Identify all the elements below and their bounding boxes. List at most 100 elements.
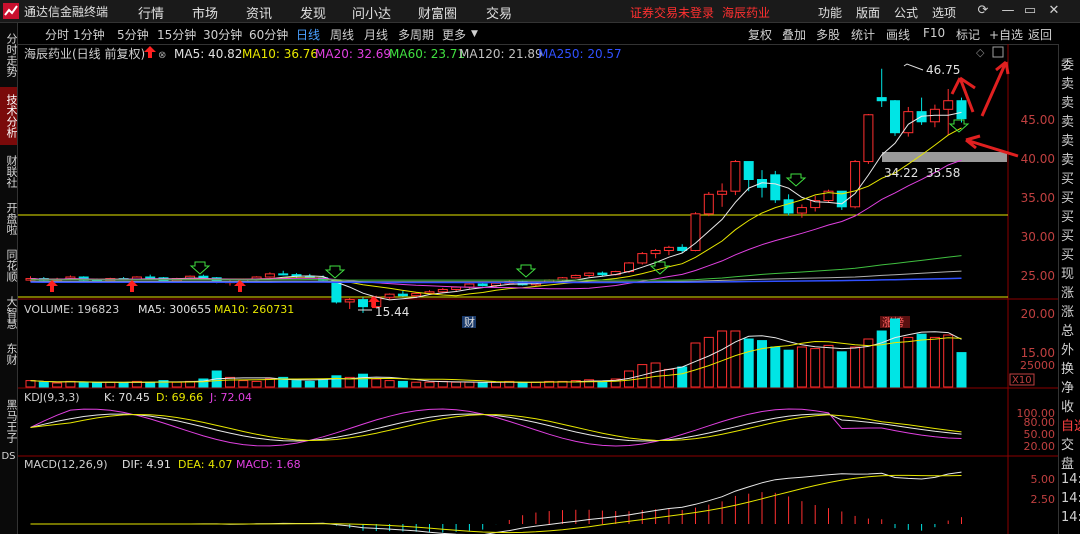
volume-bar bbox=[850, 346, 861, 388]
quote-panel-label: 买 bbox=[1061, 229, 1075, 244]
candlestick-series bbox=[25, 68, 967, 313]
drawn-support-band[interactable] bbox=[882, 152, 1007, 162]
menu-wenxiaoda[interactable]: 问小达 bbox=[352, 3, 391, 22]
quote-panel-label: 涨 bbox=[1061, 305, 1075, 320]
volume-bar bbox=[78, 381, 89, 388]
candle-body bbox=[264, 273, 275, 278]
candle-body bbox=[477, 283, 488, 287]
tool-f10[interactable]: F10 bbox=[923, 26, 945, 40]
menu-hangqing[interactable]: 行情 bbox=[138, 3, 164, 22]
period-fenshi[interactable]: 分时 bbox=[45, 26, 69, 43]
candle-body bbox=[850, 161, 861, 208]
diamond-icon[interactable]: ◇ bbox=[976, 46, 985, 59]
tab-dazhihui[interactable]: 大智慧 bbox=[0, 290, 18, 334]
tab-tonghuashun[interactable]: 同花顺 bbox=[0, 243, 18, 287]
tool-huaxian[interactable]: 画线 bbox=[886, 26, 910, 43]
panel-toggle-icon[interactable] bbox=[992, 46, 1004, 58]
kdj-k-line bbox=[30, 413, 962, 442]
tool-add-favorite[interactable]: +自选 bbox=[989, 26, 1023, 43]
quote-panel-label: 卖 bbox=[1061, 96, 1075, 111]
tab-fenshi[interactable]: 分时走势 bbox=[0, 27, 18, 83]
period-more[interactable]: 更多 bbox=[442, 26, 466, 43]
tool-biaoji[interactable]: 标记 bbox=[956, 26, 980, 43]
price-tick-45: 45.00 bbox=[1021, 113, 1055, 127]
tool-duogu[interactable]: 多股 bbox=[816, 26, 840, 43]
period-daily[interactable]: 日线 bbox=[296, 26, 320, 43]
kdj-d: D: 69.66 bbox=[156, 391, 203, 404]
candle-body bbox=[796, 207, 807, 214]
kdj-tick-20: 20.00 bbox=[1024, 440, 1056, 453]
kline-chart[interactable]: 海辰药业(日线 前复权) ⊗ MA5: 40.82 MA10: 36.76 MA… bbox=[18, 44, 1058, 534]
volume-ma10-line bbox=[30, 337, 962, 383]
tab-dongcai[interactable]: 东财 bbox=[0, 339, 18, 369]
period-multi[interactable]: 多周期 bbox=[398, 26, 434, 43]
price-axis: 45.00 40.00 35.00 30.00 25.00 20.00 15.0… bbox=[1021, 113, 1055, 360]
login-status[interactable]: 证券交易未登录 bbox=[630, 4, 714, 21]
quote-panel-label: 买 bbox=[1061, 191, 1075, 206]
tab-jishu-fenxi[interactable]: 技术分析 bbox=[0, 87, 18, 145]
quote-panel-label: 买 bbox=[1061, 210, 1075, 225]
candle-body bbox=[703, 193, 714, 215]
tab-cailianshe[interactable]: 财联社 bbox=[0, 149, 18, 193]
collapse-icon[interactable]: ⊗ bbox=[158, 50, 166, 61]
sell-arrow-icon bbox=[785, 173, 807, 187]
maximize-icon[interactable]: ▭ bbox=[1022, 3, 1038, 19]
menu-jiaoyi[interactable]: 交易 bbox=[486, 3, 512, 22]
period-15min[interactable]: 15分钟 bbox=[157, 26, 196, 43]
refresh-icon[interactable]: ⟳ bbox=[975, 3, 991, 19]
menu-faxian[interactable]: 发现 bbox=[300, 3, 326, 22]
quote-panel-label: 委 bbox=[1061, 58, 1075, 73]
menu-shichang[interactable]: 市场 bbox=[192, 3, 218, 22]
minimize-icon[interactable]: — bbox=[1000, 3, 1016, 19]
close-icon[interactable]: ✕ bbox=[1046, 3, 1062, 19]
period-30min[interactable]: 30分钟 bbox=[203, 26, 242, 43]
macd-dif: DIF: 4.91 bbox=[122, 458, 171, 471]
volume-bar bbox=[530, 381, 541, 388]
tool-fanhui[interactable]: 返回 bbox=[1028, 26, 1052, 43]
more-dropdown-icon[interactable]: ▼ bbox=[471, 29, 478, 39]
volume-bar bbox=[118, 382, 129, 388]
tool-fuquan[interactable]: 复权 bbox=[748, 26, 772, 43]
app-title: 通达信金融终端 bbox=[24, 5, 109, 19]
volume-bar bbox=[677, 366, 688, 388]
candle-body bbox=[783, 199, 794, 214]
quote-panel-label: 涨 bbox=[1061, 286, 1075, 301]
volume-bar bbox=[836, 351, 847, 388]
ma5-line bbox=[30, 111, 962, 301]
volume-bar bbox=[371, 378, 382, 388]
sell-arrow-icon bbox=[324, 265, 346, 279]
candle-body bbox=[663, 246, 674, 251]
menu-caifuquan[interactable]: 财富圈 bbox=[418, 3, 457, 22]
period-1min[interactable]: 1分钟 bbox=[73, 26, 105, 43]
tool-diejia[interactable]: 叠加 bbox=[782, 26, 806, 43]
price-tick-15: 15.00 bbox=[1021, 346, 1055, 360]
quote-panel-label: 14: bbox=[1061, 472, 1080, 487]
quote-panel-label: 买 bbox=[1061, 172, 1075, 187]
period-60min[interactable]: 60分钟 bbox=[249, 26, 288, 43]
tab-ds[interactable]: DS bbox=[0, 451, 17, 473]
period-monthly[interactable]: 月线 bbox=[364, 26, 388, 43]
macd-value: MACD: 1.68 bbox=[236, 458, 301, 471]
menu-zixun[interactable]: 资讯 bbox=[246, 3, 272, 22]
tab-kaipanla[interactable]: 开盘啦 bbox=[0, 196, 18, 240]
quote-panel-label: 现 bbox=[1061, 267, 1075, 282]
candle-body bbox=[384, 293, 395, 298]
period-5min[interactable]: 5分钟 bbox=[117, 26, 149, 43]
menu-gongneng[interactable]: 功能 bbox=[818, 4, 842, 21]
volume-bar bbox=[690, 342, 701, 388]
kdj-d-line bbox=[30, 413, 962, 442]
drawn-arrow-icon[interactable] bbox=[980, 60, 1010, 117]
candle-body bbox=[650, 249, 661, 255]
candle-body bbox=[397, 293, 408, 297]
menu-gongshi[interactable]: 公式 bbox=[894, 4, 918, 21]
candle-body bbox=[943, 100, 954, 110]
range-high-label: 35.58 bbox=[926, 166, 960, 180]
menu-xuanxiang[interactable]: 选项 bbox=[932, 4, 956, 21]
quote-panel-label: 总 bbox=[1061, 324, 1075, 339]
tab-heima-wangzi[interactable]: 黑马王子 bbox=[0, 393, 18, 449]
volume-bars bbox=[25, 318, 967, 388]
ma20-value: MA20: 32.69 bbox=[315, 47, 391, 61]
period-weekly[interactable]: 周线 bbox=[330, 26, 354, 43]
tool-tongji[interactable]: 统计 bbox=[851, 26, 875, 43]
menu-banmian[interactable]: 版面 bbox=[856, 4, 880, 21]
